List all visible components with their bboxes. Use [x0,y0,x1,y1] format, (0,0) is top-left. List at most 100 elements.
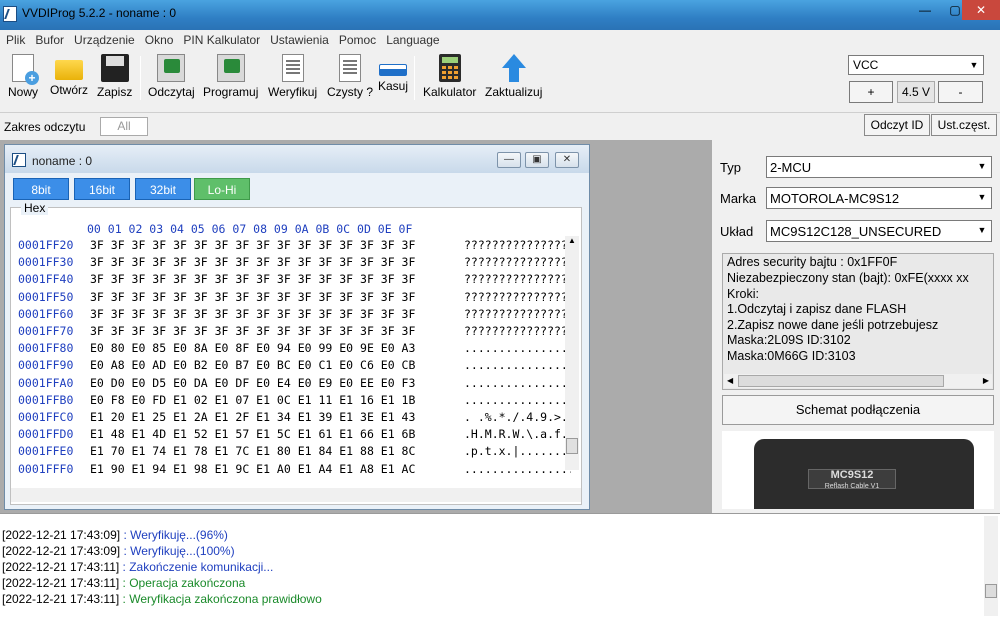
mode-16bit-button[interactable]: 16bit [74,178,130,200]
save-button[interactable]: Zapisz [97,54,132,99]
menu-bufor[interactable]: Bufor [31,30,68,50]
chevron-down-icon: ▼ [977,225,987,235]
hex-horizontal-scrollbar[interactable] [11,488,581,502]
menu-pin-kalkulator[interactable]: PIN Kalkulator [179,30,264,50]
read-chip-icon [157,54,186,82]
range-input[interactable]: All [100,117,148,136]
scroll-right-icon[interactable]: ▶ [983,376,989,385]
menu-urzadzenie[interactable]: Urządzenie [70,30,139,50]
inner-minimize-button[interactable]: — [497,152,521,168]
scroll-thumb[interactable] [985,584,997,598]
log-timestamp: [2022-12-21 17:43:11] [2,560,120,574]
read-id-button[interactable]: Odczyt ID [864,114,930,136]
program-button[interactable]: Programuj [203,54,258,99]
scroll-up-icon[interactable]: ▲ [568,236,576,245]
log-line: [2022-12-21 17:43:09] : Weryfikuję...(96… [2,528,228,542]
mode-32bit-button[interactable]: 32bit [135,178,191,200]
program-chip-icon [216,54,245,82]
info-scrollbar[interactable]: ◀ ▶ [724,374,992,388]
info-line: 1.Odczytaj i zapisz dane FLASH [727,302,907,316]
scroll-thumb[interactable] [566,438,578,454]
log-line: [2022-12-21 17:43:11] : Zakończenie komu… [2,560,273,574]
menu-okno[interactable]: Okno [141,30,178,50]
hex-bytes: 3F 3F 3F 3F 3F 3F 3F 3F 3F 3F 3F 3F 3F 3… [90,238,416,252]
arrow-up-stem [508,68,519,82]
window-title: VVDIProg 5.2.2 - noname : 0 [22,6,177,20]
hex-view[interactable]: 00 01 02 03 04 05 06 07 08 09 0A 0B 0C 0… [15,216,571,490]
hex-bytes: 3F 3F 3F 3F 3F 3F 3F 3F 3F 3F 3F 3F 3F 3… [90,324,416,338]
hex-group: Hex 00 01 02 03 04 05 06 07 08 09 0A 0B … [10,201,582,505]
hex-addr: 0001FFF0 [18,461,74,476]
folder-icon [55,60,83,80]
hex-bytes: E1 48 E1 4D E1 52 E1 57 E1 5C E1 61 E1 6… [90,427,416,442]
type-label: Typ [720,160,741,175]
hex-ascii: . .%.*./.4.9.>.C [464,410,571,424]
hex-addr: 0001FF40 [18,272,74,287]
device-image: MC9S12 Reflash Cable V1 [722,431,994,509]
vcc-minus-button[interactable]: - [938,81,983,103]
hex-bytes: E1 20 E1 25 E1 2A E1 2F E1 34 E1 39 E1 3… [90,410,416,424]
open-button[interactable]: Otwórz [50,54,88,97]
hex-editor-title: noname : 0 [32,154,93,168]
update-button[interactable]: Zaktualizuj [485,54,542,99]
blank-check-button[interactable]: Czysty ? [327,54,373,99]
log-message: : Zakończenie komunikacji... [119,560,274,574]
calculator-icon [438,54,461,82]
frequency-settings-button[interactable]: Ust.częst. [931,114,997,136]
type-select[interactable]: 2-MCU ▼ [766,156,992,178]
range-row: Zakres odczytu All [0,112,1000,140]
log-message: : Weryfikuję...(100%) [120,544,235,558]
mode-lohi-button[interactable]: Lo-Hi [194,178,250,200]
scroll-left-icon[interactable]: ◀ [727,376,733,385]
log-message: : Weryfikacja zakończona prawidłowo [119,592,322,606]
info-line: Maska:2L09S ID:3102 [727,333,851,347]
menu-pomoc[interactable]: Pomoc [335,30,380,50]
hex-bytes: E0 80 E0 85 E0 8A E0 8F E0 94 E0 99 E0 9… [90,341,416,356]
close-button[interactable]: ✕ [962,0,1000,20]
hex-addr: 0001FF50 [18,289,74,304]
hex-ascii: ???????????????? [464,255,571,270]
vcc-plus-button[interactable]: + [849,81,893,103]
hex-editor-titlebar: noname : 0 — ▣ ✕ [5,145,589,173]
connection-diagram-button[interactable]: Schemat podłączenia [722,395,994,425]
log-message: : Operacja zakończona [119,576,246,590]
hex-vertical-scrollbar[interactable]: ▲ [565,236,579,470]
menu-plik[interactable]: Plik [2,30,29,50]
hex-addr: 0001FF60 [18,306,74,321]
app-icon [3,6,17,22]
hex-editor-window: noname : 0 — ▣ ✕ 8bit 16bit 32bit Lo-Hi … [4,144,590,510]
scroll-thumb[interactable] [738,375,944,387]
vcc-selected: VCC [853,58,879,72]
erase-button[interactable]: Kasuj [378,54,408,93]
minimize-button[interactable]: — [910,0,940,20]
toolbar-separator [140,56,141,100]
calculator-button[interactable]: Kalkulator [423,54,476,99]
brand-select[interactable]: MOTOROLA-MC9S12 ▼ [766,187,992,209]
menu-language[interactable]: Language [382,30,443,50]
hex-ascii: ???????????????? [464,306,571,321]
log-line: [2022-12-21 17:43:11] : Weryfikacja zako… [2,592,322,606]
info-box: Adres security bajtu : 0x1FF0F Niezabezp… [722,253,994,390]
log-timestamp: [2022-12-21 17:43:11] [2,592,120,606]
read-button[interactable]: Odczytaj [148,54,195,99]
log-scrollbar[interactable] [984,516,998,616]
new-button[interactable]: Nowy [8,54,39,99]
chevron-down-icon: ▼ [977,161,987,171]
info-line: Kroki: [727,287,759,301]
verify-icon [281,54,304,82]
range-label: Zakres odczytu [4,120,86,134]
title-bar: VVDIProg 5.2.2 - noname : 0 — ▢ ✕ [0,0,1000,30]
mode-8bit-button[interactable]: 8bit [13,178,69,200]
hex-ascii: ................ [464,375,571,390]
type-value: 2-MCU [770,160,812,175]
inner-close-button[interactable]: ✕ [555,152,579,168]
inner-maximize-button[interactable]: ▣ [525,152,549,168]
chip-select[interactable]: MC9S12C128_UNSECURED ▼ [766,220,992,242]
vcc-select[interactable]: VCC ▼ [848,55,984,75]
menu-ustawienia[interactable]: Ustawienia [266,30,333,50]
chip-value: MC9S12C128_UNSECURED [770,224,942,239]
log-timestamp: [2022-12-21 17:43:09] [2,528,121,542]
hex-addr: 0001FF30 [18,255,74,270]
verify-button[interactable]: Weryfikuj [268,54,317,99]
device-panel: Typ 2-MCU ▼ Marka MOTOROLA-MC9S12 ▼ Ukła… [712,140,1000,513]
